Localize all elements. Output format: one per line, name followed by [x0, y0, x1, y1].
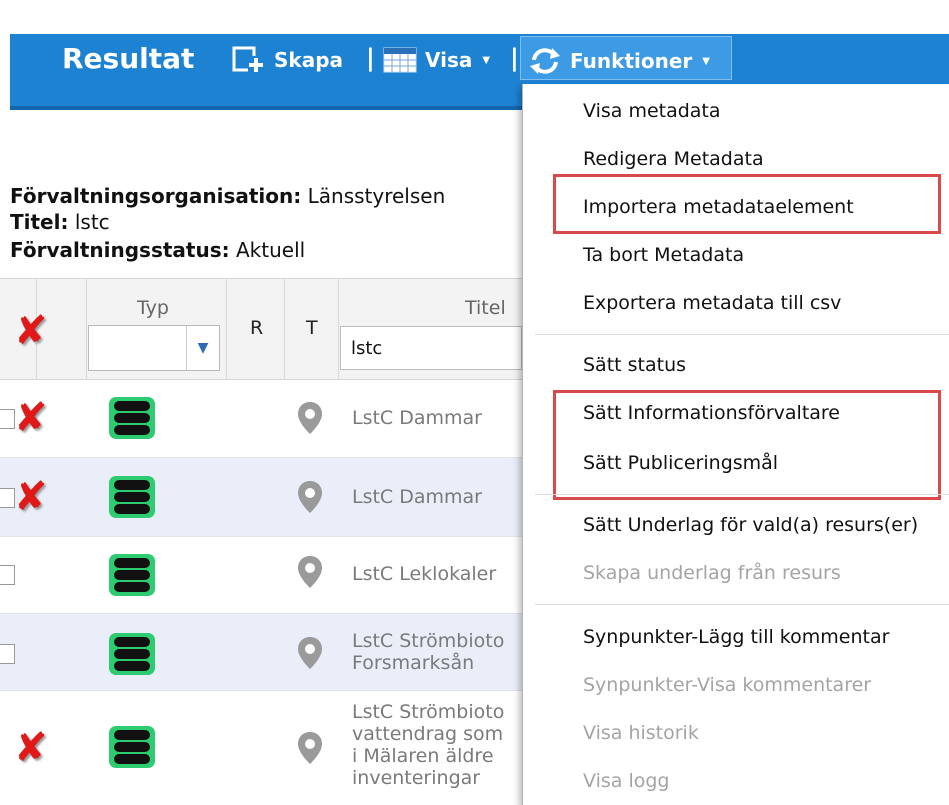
database-icon: [109, 476, 155, 518]
menu-item-set-basis[interactable]: Sätt Underlag för vald(a) resurs(er): [583, 514, 918, 536]
functions-dropdown-menu: Visa metadata Redigera Metadata Importer…: [522, 84, 949, 805]
title-filter-input[interactable]: lstc: [340, 326, 522, 370]
refresh-icon: [530, 48, 560, 74]
menu-item-view-metadata[interactable]: Visa metadata: [583, 100, 721, 122]
org-info: Förvaltningsorganisation: Länsstyrelsen: [10, 184, 445, 208]
menu-item-create-basis: Skapa underlag från resurs: [583, 562, 841, 584]
column-divider: [86, 279, 87, 379]
page-title: Resultat: [62, 42, 195, 75]
menu-item-edit-metadata[interactable]: Redigera Metadata: [583, 148, 764, 170]
chevron-down-icon[interactable]: ▼: [186, 326, 219, 370]
row-title-line: inventeringar: [352, 767, 481, 789]
row-title-line: LstC Strömbioto: [352, 701, 505, 723]
column-header-typ[interactable]: Typ: [137, 297, 169, 319]
functions-label: Funktioner: [570, 49, 693, 73]
delete-icon[interactable]: ✘: [14, 395, 48, 441]
view-label: Visa: [425, 48, 473, 72]
database-icon: [109, 726, 155, 768]
add-document-icon: [232, 46, 264, 72]
type-filter-select[interactable]: ▼: [88, 325, 220, 371]
menu-separator: [535, 604, 949, 605]
location-pin-icon: [298, 732, 322, 764]
row-checkbox[interactable]: [0, 488, 15, 508]
menu-item-delete-metadata[interactable]: Ta bort Metadata: [583, 244, 744, 266]
menu-item-add-comment[interactable]: Synpunkter-Lägg till kommentar: [583, 626, 889, 648]
menu-item-view-history: Visa historik: [583, 722, 699, 744]
org-value: Länsstyrelsen: [307, 184, 446, 208]
column-header-r[interactable]: R: [250, 317, 263, 339]
title-info: Titel: lstc: [10, 210, 110, 234]
menu-item-export-csv[interactable]: Exportera metadata till csv: [583, 292, 841, 314]
location-pin-icon: [298, 481, 322, 513]
functions-button[interactable]: Funktioner ▼: [528, 46, 710, 76]
row-checkbox[interactable]: [0, 409, 15, 429]
table-row[interactable]: ✘ LstC Dammar: [0, 379, 522, 458]
row-title-line: Forsmarksån: [352, 652, 475, 674]
title-value: lstc: [74, 210, 110, 234]
chevron-down-icon: ▼: [702, 55, 710, 67]
row-title[interactable]: LstC Strömbioto Forsmarksån: [352, 630, 504, 674]
org-label: Förvaltningsorganisation:: [10, 184, 302, 208]
location-pin-icon: [298, 402, 322, 434]
menu-item-view-log: Visa logg: [583, 770, 670, 792]
location-pin-icon: [298, 637, 322, 669]
status-info: Förvaltningsstatus: Aktuell: [10, 238, 305, 262]
menu-separator: [535, 334, 949, 335]
menu-item-set-status[interactable]: Sätt status: [583, 354, 686, 376]
delete-icon[interactable]: ✘: [14, 725, 48, 771]
row-checkbox[interactable]: [0, 565, 15, 585]
location-pin-icon: [298, 556, 322, 588]
row-checkbox[interactable]: [0, 644, 15, 664]
grid-icon: [383, 47, 417, 73]
database-icon: [109, 397, 155, 439]
table-row[interactable]: LstC Strömbioto Forsmarksån: [0, 614, 522, 691]
database-icon: [109, 633, 155, 675]
menu-item-import-metadata[interactable]: Importera metadataelement: [583, 196, 854, 218]
row-title[interactable]: LstC Strömbioto vattendrag som i Mälaren…: [352, 701, 504, 789]
chevron-down-icon: ▼: [482, 54, 491, 66]
menu-item-set-info-manager[interactable]: Sätt Informationsförvaltare: [583, 402, 840, 424]
title-label: Titel:: [10, 210, 69, 234]
delete-icon[interactable]: ✘: [14, 308, 48, 354]
column-header-t[interactable]: T: [306, 317, 318, 339]
table-row[interactable]: LstC Leklokaler: [0, 537, 522, 614]
toolbar-separator: |: [366, 44, 375, 72]
row-title[interactable]: LstC Dammar: [352, 407, 482, 429]
delete-icon[interactable]: ✘: [14, 474, 48, 520]
column-divider: [338, 279, 339, 379]
row-title-line: i Mälaren äldre: [352, 745, 494, 767]
create-label: Skapa: [274, 48, 344, 72]
menu-item-set-publish-target[interactable]: Sätt Publiceringsmål: [583, 452, 778, 474]
row-title[interactable]: LstC Dammar: [352, 486, 482, 508]
status-value: Aktuell: [235, 238, 306, 262]
row-title-line: LstC Strömbioto: [352, 630, 505, 652]
database-icon: [109, 554, 155, 596]
status-label: Förvaltningsstatus:: [10, 238, 230, 262]
row-title[interactable]: LstC Leklokaler: [352, 563, 496, 585]
column-divider: [284, 279, 285, 379]
toolbar-separator: |: [510, 44, 519, 72]
row-title-line: vattendrag som: [352, 723, 504, 745]
table-row[interactable]: ✘ LstC Dammar: [0, 458, 522, 537]
menu-separator: [535, 494, 949, 495]
table-row[interactable]: ✘ LstC Strömbioto vattendrag som i Mälar…: [0, 691, 522, 805]
view-button[interactable]: Visa ▼: [383, 46, 490, 74]
column-divider: [226, 279, 227, 379]
column-header-titel[interactable]: Titel: [465, 297, 506, 319]
create-button[interactable]: Skapa: [232, 46, 343, 74]
menu-item-view-comments: Synpunkter-Visa kommentarer: [583, 674, 872, 696]
